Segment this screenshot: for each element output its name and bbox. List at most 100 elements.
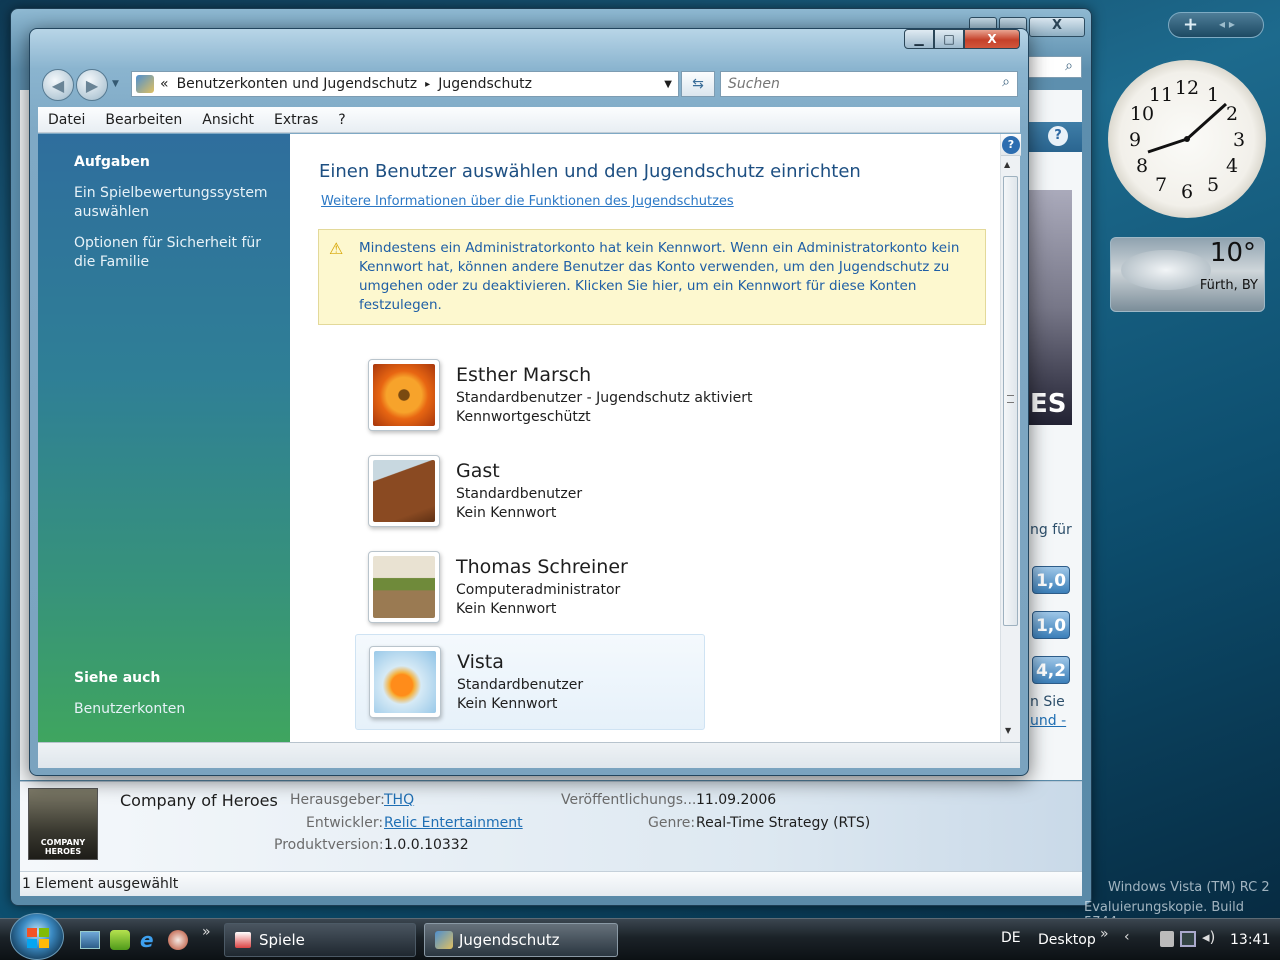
internet-explorer-icon[interactable]: e xyxy=(140,928,154,952)
start-button[interactable] xyxy=(10,913,64,960)
clock-numeral: 9 xyxy=(1129,129,1141,151)
page-title: Einen Benutzer auswählen und den Jugends… xyxy=(319,161,861,182)
menu-bearbeiten[interactable]: Bearbeiten xyxy=(95,112,192,128)
game-cover-image: COMPANY HEROES xyxy=(28,788,98,860)
clock-numeral: 6 xyxy=(1181,181,1193,203)
clock-numeral: 3 xyxy=(1233,129,1245,151)
user-tile-vista[interactable]: Vista Standardbenutzer Kein Kennwort xyxy=(355,634,705,730)
breadcrumb-overflow[interactable]: « xyxy=(160,76,169,92)
developer-link[interactable]: Relic Entertainment xyxy=(384,815,523,831)
see-also-user-accounts-link[interactable]: Benutzerkonten xyxy=(74,701,185,717)
address-dropdown-icon[interactable]: ▼ xyxy=(664,79,672,90)
forward-arrow-icon: ▶ xyxy=(85,75,99,95)
clock-gadget[interactable]: 12 1 2 3 4 5 6 7 8 9 10 11 xyxy=(1108,60,1266,218)
bg-status-bar: 1 Element ausgewählt xyxy=(20,871,1082,896)
genre-value: Real-Time Strategy (RTS) xyxy=(696,815,871,831)
tasks-heading: Aufgaben xyxy=(74,154,150,170)
game-title: Company of Heroes xyxy=(120,791,278,810)
network-icon[interactable] xyxy=(1180,931,1196,947)
user-picture xyxy=(368,455,440,527)
user-picture xyxy=(368,359,440,431)
parental-controls-window[interactable]: ▁ □ X ◀ ▶ ▼ « Benutzerkonten und Jugends… xyxy=(29,28,1029,776)
back-button[interactable]: ◀ xyxy=(42,69,74,101)
bg-close-button[interactable]: X xyxy=(1029,17,1085,37)
refresh-button[interactable]: ⇆ xyxy=(681,71,715,97)
user-name: Gast xyxy=(456,460,500,482)
see-also-heading: Siehe auch xyxy=(74,670,161,686)
taskbar-item-spiele[interactable]: Spiele xyxy=(224,923,416,957)
scrollbar-thumb[interactable] xyxy=(1003,176,1018,626)
menu-help[interactable]: ? xyxy=(328,112,355,128)
user-type: Standardbenutzer xyxy=(456,486,583,502)
quicklaunch-overflow[interactable]: » xyxy=(202,924,211,940)
game-artwork: ES xyxy=(1028,190,1072,425)
show-desktop-icon[interactable] xyxy=(80,931,100,949)
clock-numeral: 8 xyxy=(1136,155,1148,177)
watermark-line-1: Windows Vista (TM) RC 2 xyxy=(1108,880,1270,895)
release-value: 11.09.2006 xyxy=(696,792,777,808)
address-bar[interactable]: « Benutzerkonten und Jugendschutz ▸ Juge… xyxy=(131,71,679,97)
user-name: Vista xyxy=(457,651,504,673)
recent-pages-dropdown[interactable]: ▼ xyxy=(112,79,119,89)
user-type: Computeradministrator xyxy=(456,582,621,598)
task-link-family-safety[interactable]: Optionen für Sicherheit für die Familie xyxy=(74,234,284,272)
clock-face-icon: 12 12 3 45678 9 1011 xyxy=(1129,77,1245,203)
minimize-button[interactable]: ▁ xyxy=(904,29,934,49)
bg-search-field[interactable]: ⌕ xyxy=(1028,56,1082,78)
menu-datei[interactable]: Datei xyxy=(38,112,95,128)
help-icon[interactable]: ? xyxy=(1002,136,1020,154)
rating-badge: 1,0 xyxy=(1032,566,1070,594)
forward-button[interactable]: ▶ xyxy=(76,69,108,101)
scroll-down-icon[interactable]: ▼ xyxy=(1005,726,1011,735)
gadget-nav-arrows[interactable]: ◂ ▸ xyxy=(1219,17,1235,31)
search-icon: ⌕ xyxy=(1065,58,1073,74)
clock-numeral: 12 xyxy=(1175,77,1199,99)
volume-icon[interactable]: ◂) xyxy=(1202,928,1215,946)
developer-label: Entwickler: xyxy=(306,815,384,831)
rating-badge: 1,0 xyxy=(1032,611,1070,639)
control-panel-icon xyxy=(136,75,154,93)
menu-extras[interactable]: Extras xyxy=(264,112,328,128)
breadcrumb-item[interactable]: Jugendschutz xyxy=(438,76,532,92)
release-label: Veröffentlichungs... xyxy=(561,792,697,808)
breadcrumb-item[interactable]: Benutzerkonten und Jugendschutz xyxy=(177,76,418,92)
language-indicator[interactable]: DE xyxy=(1001,930,1021,946)
tray-expand-icon[interactable]: ‹ xyxy=(1124,929,1130,945)
user-tile-gast[interactable]: Gast Standardbenutzer Kein Kennwort xyxy=(353,434,703,530)
user-password-status: Kein Kennwort xyxy=(456,505,557,521)
weather-location: Fürth, BY xyxy=(1199,278,1258,293)
admin-password-warning[interactable]: ⚠ Mindestens ein Administratorkonto hat … xyxy=(318,229,986,325)
search-icon[interactable]: ⌕ xyxy=(1002,74,1010,90)
user-tile-thomas[interactable]: Thomas Schreiner Computeradministrator K… xyxy=(353,530,703,626)
maximize-button[interactable]: □ xyxy=(934,29,964,49)
weather-gadget[interactable]: 10° Fürth, BY xyxy=(1110,237,1265,312)
desktop-toolbar[interactable]: Desktop xyxy=(1038,932,1096,948)
add-gadget-button[interactable]: + xyxy=(1183,14,1198,35)
genre-label: Genre: xyxy=(648,815,696,831)
scroll-up-icon[interactable]: ▲ xyxy=(1004,160,1010,169)
status-text: 1 Element ausgewählt xyxy=(22,876,179,892)
user-tile-esther[interactable]: Esther Marsch Standardbenutzer - Jugends… xyxy=(353,338,752,434)
bg-help-icon[interactable]: ? xyxy=(1048,126,1068,146)
vertical-scrollbar[interactable]: ? ▲ ▼ xyxy=(1000,134,1021,742)
back-arrow-icon: ◀ xyxy=(51,75,65,95)
taskbar: e » Spiele Jugendschutz DE Desktop » ‹ ◂… xyxy=(0,918,1280,960)
user-picture xyxy=(368,551,440,623)
search-input[interactable]: Suchen ⌕ xyxy=(720,71,1018,97)
games-icon[interactable] xyxy=(168,930,188,950)
safely-remove-icon[interactable] xyxy=(1160,931,1174,947)
clock-time[interactable]: 13:41 xyxy=(1230,932,1270,948)
desktop-toolbar-overflow[interactable]: » xyxy=(1100,926,1109,942)
bg-partial-link[interactable]: und - xyxy=(1030,713,1066,729)
task-link-rating-system[interactable]: Ein Spielbewertungssystem auswählen xyxy=(74,184,274,222)
taskbar-item-jugendschutz[interactable]: Jugendschutz xyxy=(424,923,618,957)
publisher-link[interactable]: THQ xyxy=(384,792,414,808)
more-info-link[interactable]: Weitere Informationen über die Funktione… xyxy=(321,194,734,209)
warning-icon: ⚠ xyxy=(329,239,344,258)
switch-windows-icon[interactable] xyxy=(110,930,130,950)
menu-ansicht[interactable]: Ansicht xyxy=(192,112,264,128)
close-button[interactable]: X xyxy=(964,29,1020,49)
user-password-status: Kennwortgeschützt xyxy=(456,409,591,425)
publisher-label: Herausgeber: xyxy=(290,792,385,808)
breadcrumb-separator-icon[interactable]: ▸ xyxy=(425,79,430,90)
